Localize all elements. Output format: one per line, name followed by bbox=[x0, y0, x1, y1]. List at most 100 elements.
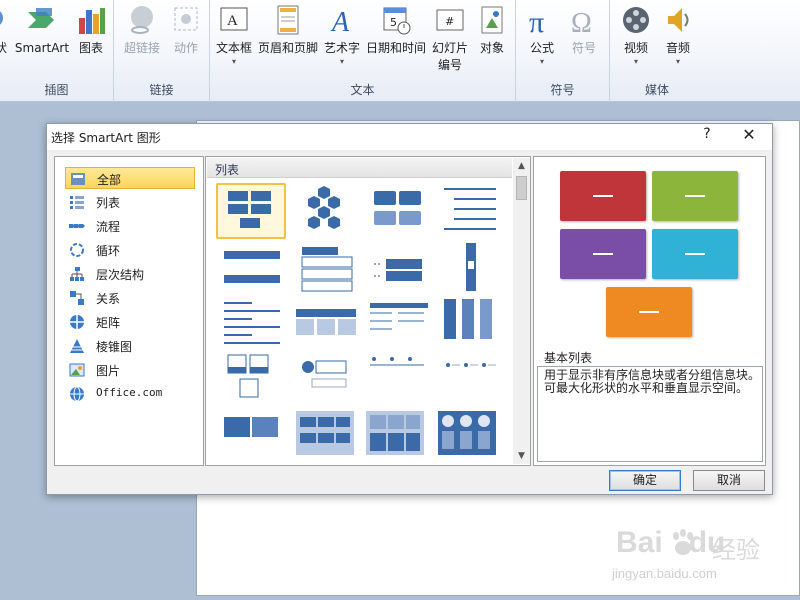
video-label: 视频 bbox=[623, 41, 648, 55]
partial-button[interactable]: 状 bbox=[0, 4, 8, 57]
header-footer-label: 页眉和页脚 bbox=[257, 41, 318, 55]
audio-button[interactable]: 音频 ▾ bbox=[658, 4, 698, 67]
preview-layout-name: 基本列表 bbox=[544, 351, 593, 365]
layout-hexagon-cluster[interactable] bbox=[294, 185, 364, 241]
group-label-illustrations: 插图 bbox=[44, 83, 69, 97]
layout-table-list[interactable] bbox=[292, 305, 362, 361]
layout-stacked-panels[interactable] bbox=[364, 409, 434, 465]
preview-shape bbox=[652, 229, 738, 279]
hierarchy-icon bbox=[69, 266, 85, 282]
close-button[interactable]: ✕ bbox=[737, 125, 761, 147]
category-label: 层次结构 bbox=[96, 268, 145, 282]
hyperlink-button[interactable]: 超链接 bbox=[120, 4, 164, 57]
process-icon bbox=[69, 218, 85, 234]
category-list-item[interactable]: 列表 bbox=[65, 191, 195, 213]
layout-basic-list[interactable] bbox=[216, 183, 286, 239]
ok-button[interactable]: 确定 bbox=[609, 470, 681, 491]
category-label: 列表 bbox=[96, 196, 121, 210]
category-hierarchy[interactable]: 层次结构 bbox=[65, 263, 195, 285]
scroll-down-icon[interactable]: ▼ bbox=[513, 448, 530, 464]
category-process[interactable]: 流程 bbox=[65, 215, 195, 237]
category-list: 全部 列表 流程 循环 层次结构 关系 矩阵 棱锥图 图片 Office.com bbox=[54, 156, 204, 466]
category-all[interactable]: 全部 bbox=[65, 167, 195, 189]
equation-dropdown-icon: ▾ bbox=[539, 57, 544, 66]
header-footer-button[interactable]: 页眉和页脚 bbox=[256, 4, 320, 57]
symbol-label: 符号 bbox=[571, 41, 596, 55]
category-label: 棱锥图 bbox=[96, 340, 133, 354]
equation-button[interactable]: π 公式 ▾ bbox=[520, 4, 564, 67]
cancel-button[interactable]: 取消 bbox=[693, 470, 765, 491]
category-label: 矩阵 bbox=[96, 316, 121, 330]
action-button[interactable]: 动作 bbox=[166, 4, 206, 57]
layout-vertical-bullet[interactable] bbox=[218, 245, 288, 301]
preview-description: 用于显示非有序信息块或者分组信息块。可最大化形状的水平和垂直显示空间。 bbox=[544, 368, 761, 395]
help-button[interactable]: ? bbox=[697, 126, 717, 146]
watermark: Bai du 经验 jingyan.baidu.com bbox=[610, 520, 800, 600]
chart-label: 图表 bbox=[78, 41, 103, 55]
preview-shape-text bbox=[593, 253, 613, 255]
audio-label: 音频 bbox=[665, 41, 690, 55]
slide-number-icon: # bbox=[434, 4, 466, 36]
object-label: 对象 bbox=[479, 41, 504, 55]
object-button[interactable]: 对象 bbox=[472, 4, 512, 57]
paw-icon bbox=[670, 528, 710, 564]
layout-column-list[interactable] bbox=[438, 297, 508, 353]
textbox-button[interactable]: A 文本框 ▾ bbox=[212, 4, 256, 67]
layout-lined-list[interactable] bbox=[436, 185, 506, 241]
smartart-icon bbox=[26, 4, 58, 36]
wordart-icon: A bbox=[326, 4, 358, 38]
chart-button[interactable]: 图表 bbox=[72, 4, 110, 57]
datetime-button[interactable]: 5 日期和时间 bbox=[364, 4, 428, 57]
wordart-dropdown-icon: ▾ bbox=[339, 57, 344, 66]
preview-panel: 基本列表 用于显示非有序信息块或者分组信息块。可最大化形状的水平和垂直显示空间。 bbox=[533, 156, 766, 466]
wordart-button[interactable]: A 艺术字 ▾ bbox=[320, 4, 364, 67]
partial-label: 状 bbox=[0, 41, 7, 55]
symbol-icon: Ω bbox=[568, 4, 600, 39]
wordart-label: 艺术字 bbox=[323, 41, 360, 55]
svg-text:Ω: Ω bbox=[571, 8, 592, 36]
layout-chevron-list[interactable] bbox=[364, 245, 434, 301]
layout-small-dot-list[interactable] bbox=[438, 355, 508, 411]
category-relationship[interactable]: 关系 bbox=[65, 287, 195, 309]
action-label: 动作 bbox=[173, 41, 198, 55]
cycle-icon bbox=[69, 242, 85, 258]
audio-icon bbox=[662, 4, 694, 36]
dialog-titlebar[interactable]: 选择 SmartArt 图形 ? ✕ bbox=[47, 124, 772, 150]
layout-dot-list[interactable] bbox=[364, 353, 434, 409]
datetime-icon: 5 bbox=[380, 4, 412, 36]
group-label-links: 链接 bbox=[149, 83, 174, 97]
smartart-button[interactable]: SmartArt bbox=[14, 4, 70, 57]
category-label: Office.com bbox=[96, 386, 163, 399]
layout-block-pair[interactable] bbox=[218, 415, 288, 471]
video-button[interactable]: 视频 ▾ bbox=[614, 4, 658, 67]
category-pyramid[interactable]: 棱锥图 bbox=[65, 335, 195, 357]
layout-picture-caption[interactable] bbox=[218, 353, 288, 409]
object-icon bbox=[476, 4, 508, 36]
category-label: 图片 bbox=[96, 364, 121, 378]
equation-icon: π bbox=[526, 4, 558, 39]
scroll-up-icon[interactable]: ▲ bbox=[513, 158, 530, 174]
partial-icon bbox=[0, 4, 8, 36]
gallery-scrollbar[interactable]: ▲ ▼ bbox=[513, 158, 530, 464]
hyperlink-icon bbox=[126, 4, 158, 36]
layout-stacked-blocks[interactable] bbox=[364, 185, 434, 241]
scroll-thumb[interactable] bbox=[516, 176, 527, 200]
layout-vertical-block[interactable] bbox=[438, 241, 508, 297]
layout-circle-accent[interactable] bbox=[294, 355, 364, 411]
list-icon bbox=[69, 194, 85, 210]
layout-horizontal-bullet[interactable] bbox=[294, 245, 364, 301]
watermark-cn: 经验 bbox=[712, 536, 760, 564]
slide-number-button[interactable]: # 幻灯片 编号 bbox=[428, 4, 472, 74]
category-cycle[interactable]: 循环 bbox=[65, 239, 195, 261]
category-matrix[interactable]: 矩阵 bbox=[65, 311, 195, 333]
category-picture[interactable]: 图片 bbox=[65, 359, 195, 381]
category-label: 关系 bbox=[96, 292, 121, 306]
preview-shape bbox=[560, 229, 646, 279]
ribbon-group-illustrations: 状 SmartArt 图表 插图 bbox=[0, 0, 114, 102]
layout-trapezoid-list[interactable] bbox=[364, 297, 434, 353]
symbol-button[interactable]: Ω 符号 bbox=[564, 4, 604, 57]
layout-grid-matrix[interactable] bbox=[294, 409, 364, 465]
layout-target-list[interactable] bbox=[216, 297, 286, 353]
category-office-com[interactable]: Office.com bbox=[65, 383, 195, 405]
layout-picture-columns[interactable] bbox=[436, 409, 506, 465]
